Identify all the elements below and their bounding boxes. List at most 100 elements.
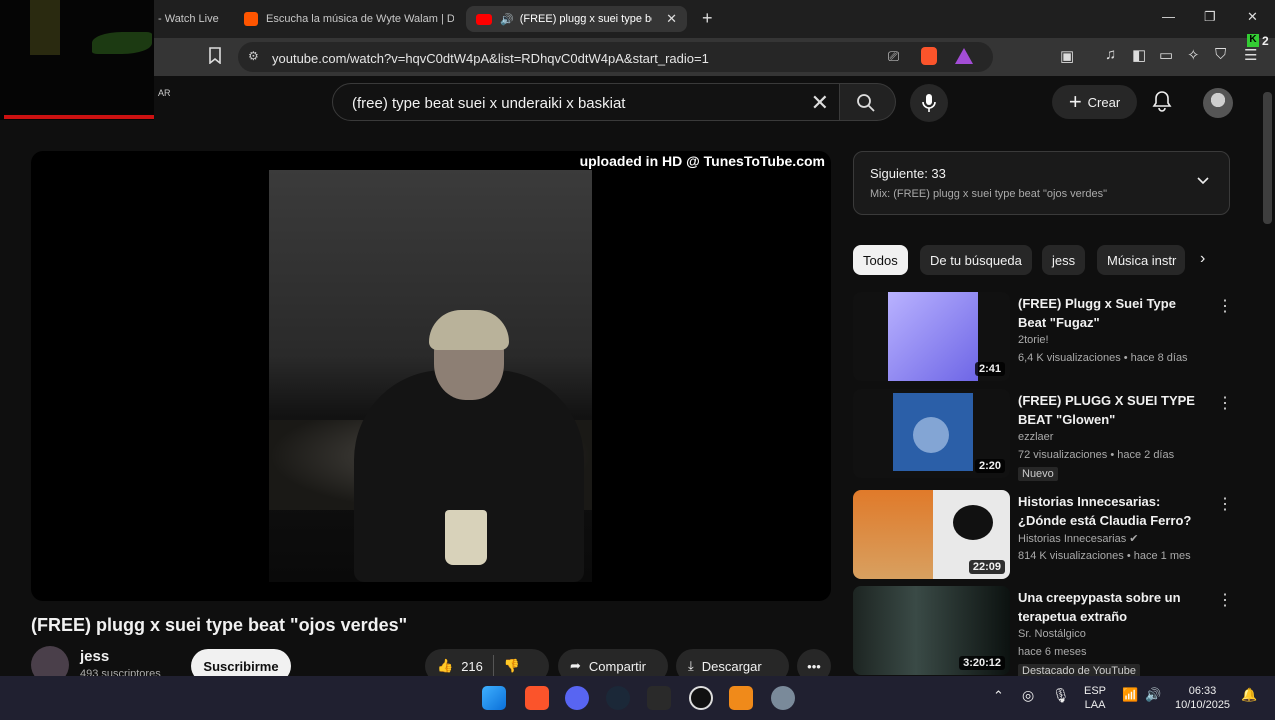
search-input[interactable]: (free) type beat suei x underaiki x bask… xyxy=(352,95,625,112)
account-avatar[interactable] xyxy=(1203,88,1233,118)
chip-todos[interactable]: Todos xyxy=(853,245,908,275)
chip-musica-instrumental[interactable]: Música instr xyxy=(1097,245,1185,275)
recommendation-meta: 6,4 K visualizaciones • hace 8 días xyxy=(1018,352,1188,364)
recommendation-channel[interactable]: Historias Innecesarias ✔ xyxy=(1018,532,1139,545)
close-window-icon[interactable]: ✕ xyxy=(1247,9,1258,25)
tray-chevron-up-icon[interactable]: ⌃ xyxy=(993,689,1004,703)
speaker-icon: 🔊 xyxy=(500,13,514,26)
video-thumbnail[interactable]: 2:20 xyxy=(853,389,1010,478)
cast-icon[interactable]: ⎚ xyxy=(888,48,899,65)
video-watermark: uploaded in HD @ TunesToTube.com xyxy=(579,153,825,169)
video-player[interactable]: uploaded in HD @ TunesToTube.com xyxy=(31,151,831,601)
voice-search-button[interactable] xyxy=(910,84,948,122)
tab-soundcloud[interactable]: Escucha la música de Wyte Walam | D xyxy=(244,6,454,32)
tab-label: Escucha la música de Wyte Walam | D xyxy=(266,13,454,25)
duration-badge: 3:20:12 xyxy=(959,656,1005,670)
create-button[interactable]: + Crear xyxy=(1052,85,1137,119)
clear-search-icon[interactable]: ✕ xyxy=(811,90,829,116)
recommendation-meta: 72 visualizaciones • hace 2 días xyxy=(1018,449,1175,461)
tab-youtube-active[interactable]: 🔊 (FREE) plugg x suei type beat ✕ xyxy=(466,6,687,32)
recommendation-meta: hace 6 meses xyxy=(1018,646,1087,658)
sidebar-icon[interactable]: ◧ xyxy=(1132,46,1146,64)
tab-label: - Watch Live xyxy=(158,13,219,25)
chip-jess[interactable]: jess xyxy=(1042,245,1086,275)
video-thumbnail[interactable]: 3:20:12 xyxy=(853,586,1010,675)
more-vert-icon[interactable]: ⋮ xyxy=(1217,494,1233,514)
like-icon[interactable]: 👍 xyxy=(437,658,453,674)
maximize-icon[interactable]: ❐ xyxy=(1204,9,1216,25)
steam-icon[interactable] xyxy=(606,686,630,710)
up-next-panel[interactable]: Siguiente: 33 Mix: (FREE) plugg x suei t… xyxy=(853,151,1230,215)
recommendation-title[interactable]: Historias Innecesarias: ¿Dónde está Clau… xyxy=(1018,492,1203,530)
search-button[interactable] xyxy=(840,83,896,121)
vpn-icon[interactable]: ⛉ xyxy=(1215,46,1226,63)
recommendation-item[interactable]: 22:09 Historias Innecesarias: ¿Dónde est… xyxy=(853,490,1233,580)
bookmark-icon[interactable] xyxy=(208,47,222,68)
video-frame xyxy=(269,170,592,582)
media-icon[interactable]: ♫ xyxy=(1105,46,1116,63)
up-next-subtitle: Mix: (FREE) plugg x suei type beat "ojos… xyxy=(870,188,1108,200)
dislike-icon[interactable]: 👎 xyxy=(504,658,520,674)
settings-icon[interactable] xyxy=(771,686,795,710)
more-vert-icon[interactable]: ⋮ xyxy=(1217,296,1233,316)
recommendation-title[interactable]: Una creepypasta sobre un terapetua extra… xyxy=(1018,588,1203,626)
recommendation-title[interactable]: (FREE) Plugg x Suei Type Beat "Fugaz" xyxy=(1018,294,1203,332)
channel-name[interactable]: jess xyxy=(80,648,109,665)
epic-games-icon[interactable] xyxy=(647,686,671,710)
obs-icon[interactable] xyxy=(689,686,713,710)
create-label: Crear xyxy=(1087,94,1121,110)
wallet-icon[interactable]: ▭ xyxy=(1159,46,1173,64)
clock[interactable]: 06:33 10/10/2025 xyxy=(1175,684,1230,712)
video-thumbnail[interactable]: 22:09 xyxy=(853,490,1010,579)
url-bar[interactable]: ⚙ youtube.com/watch?v=hqvC0dtW4pA&list=R… xyxy=(238,42,993,72)
youtube-icon xyxy=(476,13,492,25)
recommendation-item[interactable]: 3:20:12 Una creepypasta sobre un terapet… xyxy=(853,586,1233,678)
new-tab-button[interactable]: + xyxy=(702,8,713,29)
overlay-video-widget xyxy=(0,0,154,120)
windows-start-icon[interactable] xyxy=(482,686,506,710)
duration-badge: 22:09 xyxy=(968,560,1005,574)
thumbnail-bubble xyxy=(913,417,949,453)
more-icon: ••• xyxy=(807,658,821,674)
search-box[interactable]: (free) type beat suei x underaiki x bask… xyxy=(332,83,840,121)
verified-icon: ✔ xyxy=(1129,533,1139,545)
close-tab-icon[interactable]: ✕ xyxy=(666,11,677,27)
leo-icon[interactable]: ✧ xyxy=(1187,46,1200,64)
recommendation-channel[interactable]: 2torie! xyxy=(1018,334,1049,346)
wifi-icon[interactable]: 📶 xyxy=(1122,688,1138,702)
video-thumbnail[interactable]: 2:41 xyxy=(853,292,1010,381)
address-row: ⚙ youtube.com/watch?v=hqvC0dtW4pA&list=R… xyxy=(154,34,1275,76)
discord-icon[interactable] xyxy=(565,686,589,710)
brave-rewards-icon[interactable] xyxy=(955,48,973,64)
volume-icon[interactable]: 🔊 xyxy=(1145,688,1161,702)
recommendation-item[interactable]: 2:41 (FREE) Plugg x Suei Type Beat "Fuga… xyxy=(853,292,1233,382)
chevron-down-icon[interactable] xyxy=(1195,172,1211,188)
extension-icon[interactable]: K xyxy=(1247,34,1259,47)
like-count[interactable]: 216 xyxy=(461,659,483,674)
chevron-right-icon[interactable]: › xyxy=(1200,250,1205,268)
more-vert-icon[interactable]: ⋮ xyxy=(1217,590,1233,610)
figure-hair xyxy=(429,310,509,350)
page-scrollbar[interactable] xyxy=(1263,92,1272,224)
menu-icon[interactable]: ☰ xyxy=(1244,46,1257,64)
extension-badge: 2 xyxy=(1262,34,1269,48)
reader-icon[interactable]: ▣ xyxy=(1060,47,1074,65)
recommendation-channel[interactable]: ezzlaer xyxy=(1018,431,1053,443)
tray-app-icon[interactable]: ◎ xyxy=(1022,688,1034,702)
recommendation-item[interactable]: 2:20 (FREE) PLUGG X SUEI TYPE BEAT "Glow… xyxy=(853,389,1233,481)
minimize-icon[interactable]: — xyxy=(1162,9,1175,24)
fl-studio-icon[interactable] xyxy=(729,686,753,710)
tab-watch-live[interactable]: - Watch Live xyxy=(158,6,228,32)
brave-shield-icon[interactable] xyxy=(921,47,937,65)
chip-de-tu-busqueda[interactable]: De tu búsqueda xyxy=(920,245,1032,275)
recommendation-title[interactable]: (FREE) PLUGG X SUEI TYPE BEAT "Glowen" xyxy=(1018,391,1203,429)
site-settings-icon[interactable]: ⚙ xyxy=(248,49,259,63)
more-vert-icon[interactable]: ⋮ xyxy=(1217,393,1233,413)
language-indicator[interactable]: ESP LAA xyxy=(1084,684,1106,712)
recommendation-channel[interactable]: Sr. Nostálgico xyxy=(1018,628,1086,640)
figure-cup xyxy=(445,510,487,565)
notification-icon[interactable]: 🔔 xyxy=(1241,688,1257,702)
notifications-bell-icon[interactable] xyxy=(1152,90,1172,112)
brave-browser-icon[interactable] xyxy=(525,686,549,710)
tray-mic-icon[interactable]: 🎙 xyxy=(1052,688,1070,702)
